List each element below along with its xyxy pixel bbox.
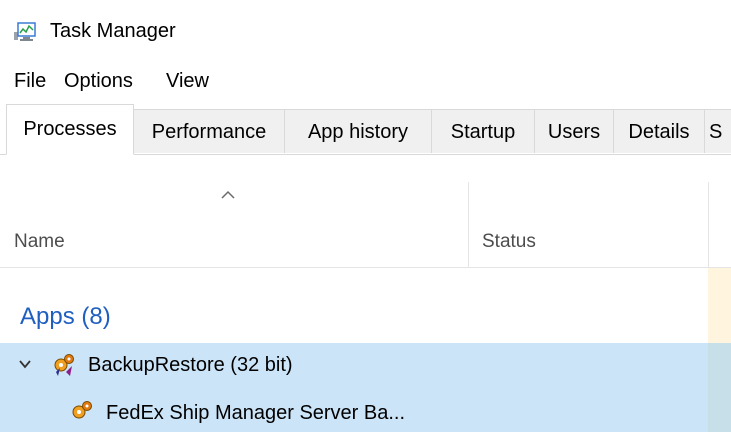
tab-app-history[interactable]: App history [284,109,432,153]
gears-icon [72,401,92,419]
task-manager-icon [14,22,36,41]
title-bar[interactable]: Task Manager [0,0,731,62]
column-separator[interactable] [468,182,469,268]
tab-performance[interactable]: Performance [133,109,285,153]
menu-view[interactable]: View [166,66,209,96]
tab-services-partial[interactable]: S [704,109,731,153]
cpu-column-cell [708,268,731,343]
column-header: Name Status [0,156,731,268]
process-row[interactable]: BackupRestore (32 bit) [0,343,731,387]
chevron-down-icon[interactable] [18,357,32,371]
tab-details[interactable]: Details [613,109,705,153]
group-header-apps: Apps (8) [0,268,708,343]
menu-options[interactable]: Options [64,66,133,96]
column-name[interactable]: Name [14,230,65,254]
cpu-column-cell [708,343,731,387]
column-status[interactable]: Status [482,230,536,254]
process-row[interactable]: FedEx Ship Manager Server Ba... [0,387,731,432]
tab-bar: Processes Performance App history Startu… [0,104,731,155]
menu-file[interactable]: File [14,66,46,96]
tab-processes[interactable]: Processes [6,104,134,155]
gears-icon [54,354,74,376]
group-label: Apps (8) [20,303,111,330]
process-name: FedEx Ship Manager Server Ba... [106,402,406,424]
tab-startup[interactable]: Startup [431,109,535,153]
window-title: Task Manager [50,20,176,42]
sort-ascending-icon[interactable] [220,190,236,200]
column-separator[interactable] [708,182,709,268]
task-manager-window: Task Manager File Options View Processes… [0,0,731,432]
process-name: BackupRestore (32 bit) [88,354,293,376]
menu-bar: File Options View [0,66,731,96]
tab-users[interactable]: Users [534,109,614,153]
cpu-column-cell [708,387,731,432]
